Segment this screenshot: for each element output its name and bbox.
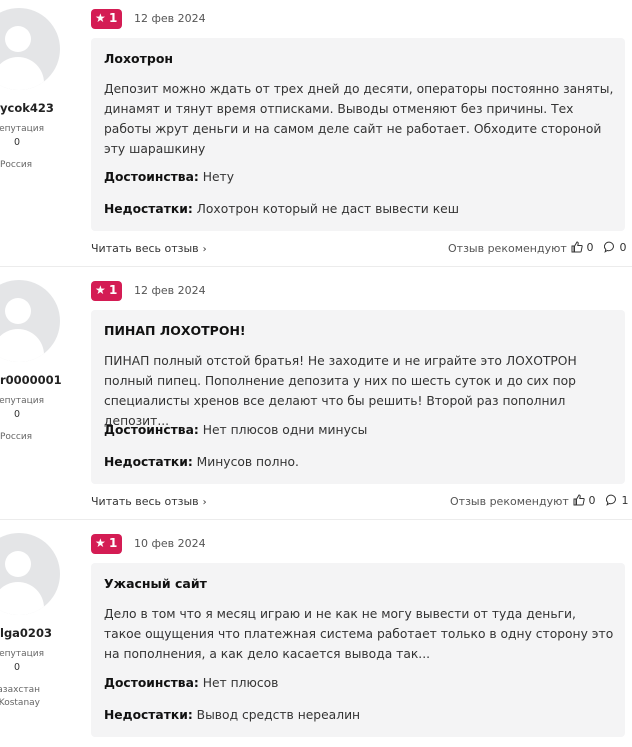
review-card: Лохотрон Депозит можно ждать от трех дне… xyxy=(91,38,625,231)
review-cons: Недостатки: Вывод средств нереалин xyxy=(104,708,360,722)
pros-label: Достоинства: xyxy=(104,676,199,690)
chevron-right-icon: › xyxy=(202,244,207,255)
comment-icon xyxy=(604,241,614,253)
read-full-review-link[interactable]: Читать весь отзыв › xyxy=(91,242,207,255)
user-avatar-icon[interactable] xyxy=(0,280,60,362)
cons-label: Недостатки: xyxy=(104,455,193,469)
like-count: 0 xyxy=(588,494,596,507)
cons-text: Вывод средств нереалин xyxy=(196,708,361,722)
rating-value: 1 xyxy=(109,11,118,25)
review-title[interactable]: Лохотрон xyxy=(104,51,173,66)
review-separator xyxy=(0,519,632,520)
review-title[interactable]: ПИНАП ЛОХОТРОН! xyxy=(104,323,246,338)
reputation-label: епутация xyxy=(0,649,44,659)
reputation-value: 0 xyxy=(14,409,21,420)
comment-count: 0 xyxy=(619,241,627,254)
author-location: азахстан, xyxy=(0,685,40,695)
review-pros: Достоинства: Нету xyxy=(104,170,234,184)
rating-value: 1 xyxy=(109,536,118,550)
cons-text: Минусов полно. xyxy=(196,455,299,469)
rating-badge: ★ 1 xyxy=(91,281,122,301)
reputation-value: 0 xyxy=(14,662,21,673)
user-avatar-icon[interactable] xyxy=(0,8,60,90)
pros-text: Нету xyxy=(202,170,234,184)
review-cons: Недостатки: Минусов полно. xyxy=(104,455,299,469)
review-date: 12 фев 2024 xyxy=(134,12,206,25)
review-pros: Достоинства: Нет плюсов одни минусы xyxy=(104,423,367,437)
author-name[interactable]: ycok423 xyxy=(0,101,62,115)
author-location: Россия xyxy=(0,160,33,170)
chevron-right-icon: › xyxy=(202,497,207,508)
comments-button[interactable]: 1 xyxy=(606,494,629,507)
review-title[interactable]: Ужасный сайт xyxy=(104,576,207,591)
review-date: 12 фев 2024 xyxy=(134,284,206,297)
review-text: Депозит можно ждать от трех дней до деся… xyxy=(104,82,614,156)
read-full-review-link[interactable]: Читать весь отзыв › xyxy=(91,495,207,508)
like-button[interactable]: 0 xyxy=(571,241,594,254)
author-location-city: Kostanay xyxy=(0,698,40,708)
review-separator xyxy=(0,266,632,267)
reputation-label: епутация xyxy=(0,396,44,406)
recommend-label: Отзыв рекомендуют xyxy=(448,242,567,255)
author-name[interactable]: lga0203 xyxy=(0,626,62,640)
author-location: Россия xyxy=(0,432,33,442)
author-name[interactable]: r0000001 xyxy=(0,373,62,387)
pros-label: Достоинства: xyxy=(104,423,199,437)
comment-count: 1 xyxy=(621,494,629,507)
review-text: ПИНАП полный отстой братья! Не заходите … xyxy=(104,354,577,428)
rating-badge: ★ 1 xyxy=(91,9,122,29)
reputation-value: 0 xyxy=(14,137,21,148)
star-icon: ★ xyxy=(95,283,106,297)
cons-text: Лохотрон который не даст вывести кеш xyxy=(196,202,459,216)
thumbs-up-icon xyxy=(571,241,583,253)
like-count: 0 xyxy=(586,241,594,254)
read-more-label: Читать весь отзыв xyxy=(91,242,199,255)
review-text: Дело в том что я месяц играю и не как не… xyxy=(104,607,614,661)
recommend-label: Отзыв рекомендуют xyxy=(450,495,569,508)
review-pros: Достоинства: Нет плюсов xyxy=(104,676,278,690)
read-more-label: Читать весь отзыв xyxy=(91,495,199,508)
review-card: Ужасный сайт Дело в том что я месяц игра… xyxy=(91,563,625,737)
review-cons: Недостатки: Лохотрон который не даст выв… xyxy=(104,202,459,216)
rating-value: 1 xyxy=(109,283,118,297)
star-icon: ★ xyxy=(95,536,106,550)
rating-badge: ★ 1 xyxy=(91,534,122,554)
like-button[interactable]: 0 xyxy=(573,494,596,507)
cons-label: Недостатки: xyxy=(104,202,193,216)
review-date: 10 фев 2024 xyxy=(134,537,206,550)
cons-label: Недостатки: xyxy=(104,708,193,722)
reputation-label: епутация xyxy=(0,124,44,134)
review-card: ПИНАП ЛОХОТРОН! ПИНАП полный отстой брат… xyxy=(91,310,625,484)
pros-text: Нет плюсов одни минусы xyxy=(202,423,368,437)
user-avatar-icon[interactable] xyxy=(0,533,60,615)
star-icon: ★ xyxy=(95,11,106,25)
review-footer: Читать весь отзыв › Отзыв рекомендуют 0 1 xyxy=(91,494,632,511)
review-footer: Читать весь отзыв › Отзыв рекомендуют 0 0 xyxy=(91,241,632,258)
pros-text: Нет плюсов xyxy=(202,676,279,690)
thumbs-up-icon xyxy=(573,494,585,506)
comments-button[interactable]: 0 xyxy=(604,241,627,254)
pros-label: Достоинства: xyxy=(104,170,199,184)
comment-icon xyxy=(606,494,616,506)
